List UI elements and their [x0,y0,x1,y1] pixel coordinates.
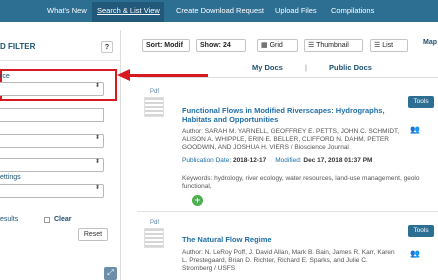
result-keywords: Keywords: hydrology, river ecology, wate… [182,175,420,182]
clear-link[interactable]: Clear [54,216,72,223]
results-label: esults [0,216,19,223]
result-author-cont: Stromberg / USFS [182,265,236,272]
sidebar-divider [0,60,121,61]
source-select[interactable]: ⬍ [0,82,104,96]
result-item: Pdf Functional Flows in Modified Riversc… [137,85,438,212]
source-label: rce [0,73,10,80]
add-icon[interactable]: + [192,195,203,206]
top-navigation: What's New Search & List View Create Dow… [0,0,438,22]
select-caret-icon: ⬍ [94,135,100,141]
nav-create-download-request[interactable]: Create Download Request [176,0,264,22]
reset-button[interactable]: Reset [78,228,108,241]
expand-icon[interactable]: ⤢ [104,267,117,280]
nav-whats-new[interactable]: What's New [47,0,87,22]
filter-sidebar: D FILTER ? rce ⬍ ⬍ ⬍ ettings ⬍ esults Cl… [0,30,121,280]
clear-checkbox[interactable] [44,217,50,223]
tab-public-docs[interactable]: Public Docs [329,63,372,72]
nav-search-list-view[interactable]: Search & List View [97,0,160,22]
result-author-cont: GOODWIN, AND JOSHUA H. VIERS / Bioscienc… [182,144,349,151]
filter-select-2[interactable]: ⬍ [0,158,104,172]
tab-separator: | [305,63,307,72]
annotation-arrow-head [117,69,130,81]
result-author-cont: ALISON A. WHIPPLE, ERIN E. BELLER, CLIFF… [182,136,389,143]
list-view-button[interactable]: ☰ List [370,39,408,52]
nav-upload-files[interactable]: Upload Files [275,0,317,22]
filter-select-1[interactable]: ⬍ [0,134,104,148]
thumbnail-view-button[interactable]: ☰ Thumbnail [304,39,363,52]
result-dates: Publication Date: 2018-12-17 Modified: D… [182,157,373,164]
sort-select[interactable]: Sort: Modif [142,39,190,52]
select-caret-icon: ⬍ [94,159,100,165]
show-count-select[interactable]: Show: 24 [196,39,246,52]
docs-tabs: My Docs | Public Docs [137,60,438,78]
tools-button[interactable]: Tools [408,225,434,237]
result-title[interactable]: Functional Flows in Modified Riverscapes… [182,106,385,115]
grid-view-button[interactable]: ▦ Grid [257,39,298,52]
help-button[interactable]: ? [101,41,113,53]
result-author: Author: N. LeRoy Poff, J. David Allan, M… [182,249,395,256]
result-title-cont[interactable]: Habitats and Opportunities [182,115,278,124]
result-author-cont: L. Prestegaard, Brian D. Richter, Richar… [182,257,368,264]
file-type-label: Pdf [150,220,160,226]
tab-my-docs[interactable]: My Docs [252,63,283,72]
select-caret-icon: ⬍ [94,185,100,191]
settings-select[interactable]: ⬍ [0,184,104,198]
document-thumbnail[interactable] [144,97,164,117]
document-thumbnail[interactable] [144,228,164,248]
result-item: Pdf The Natural Flow Regime Author: N. L… [137,213,438,280]
tools-button[interactable]: Tools [408,96,434,108]
map-link[interactable]: Map [423,39,437,46]
filter-title: D FILTER [0,42,36,51]
people-icon[interactable]: 👥 [410,249,420,258]
select-caret-icon: ⬍ [94,83,100,89]
result-title[interactable]: The Natural Flow Regime [182,235,272,244]
result-keywords-cont: functional, [182,183,212,190]
people-icon[interactable]: 👥 [410,125,420,134]
file-type-label: Pdf [150,89,160,95]
search-input[interactable] [0,108,104,122]
nav-compilations[interactable]: Compilations [331,0,374,22]
result-author: Author: SARAH M. YARNELL, GEOFFREY E. PE… [182,128,400,135]
settings-label: ettings [0,174,21,181]
